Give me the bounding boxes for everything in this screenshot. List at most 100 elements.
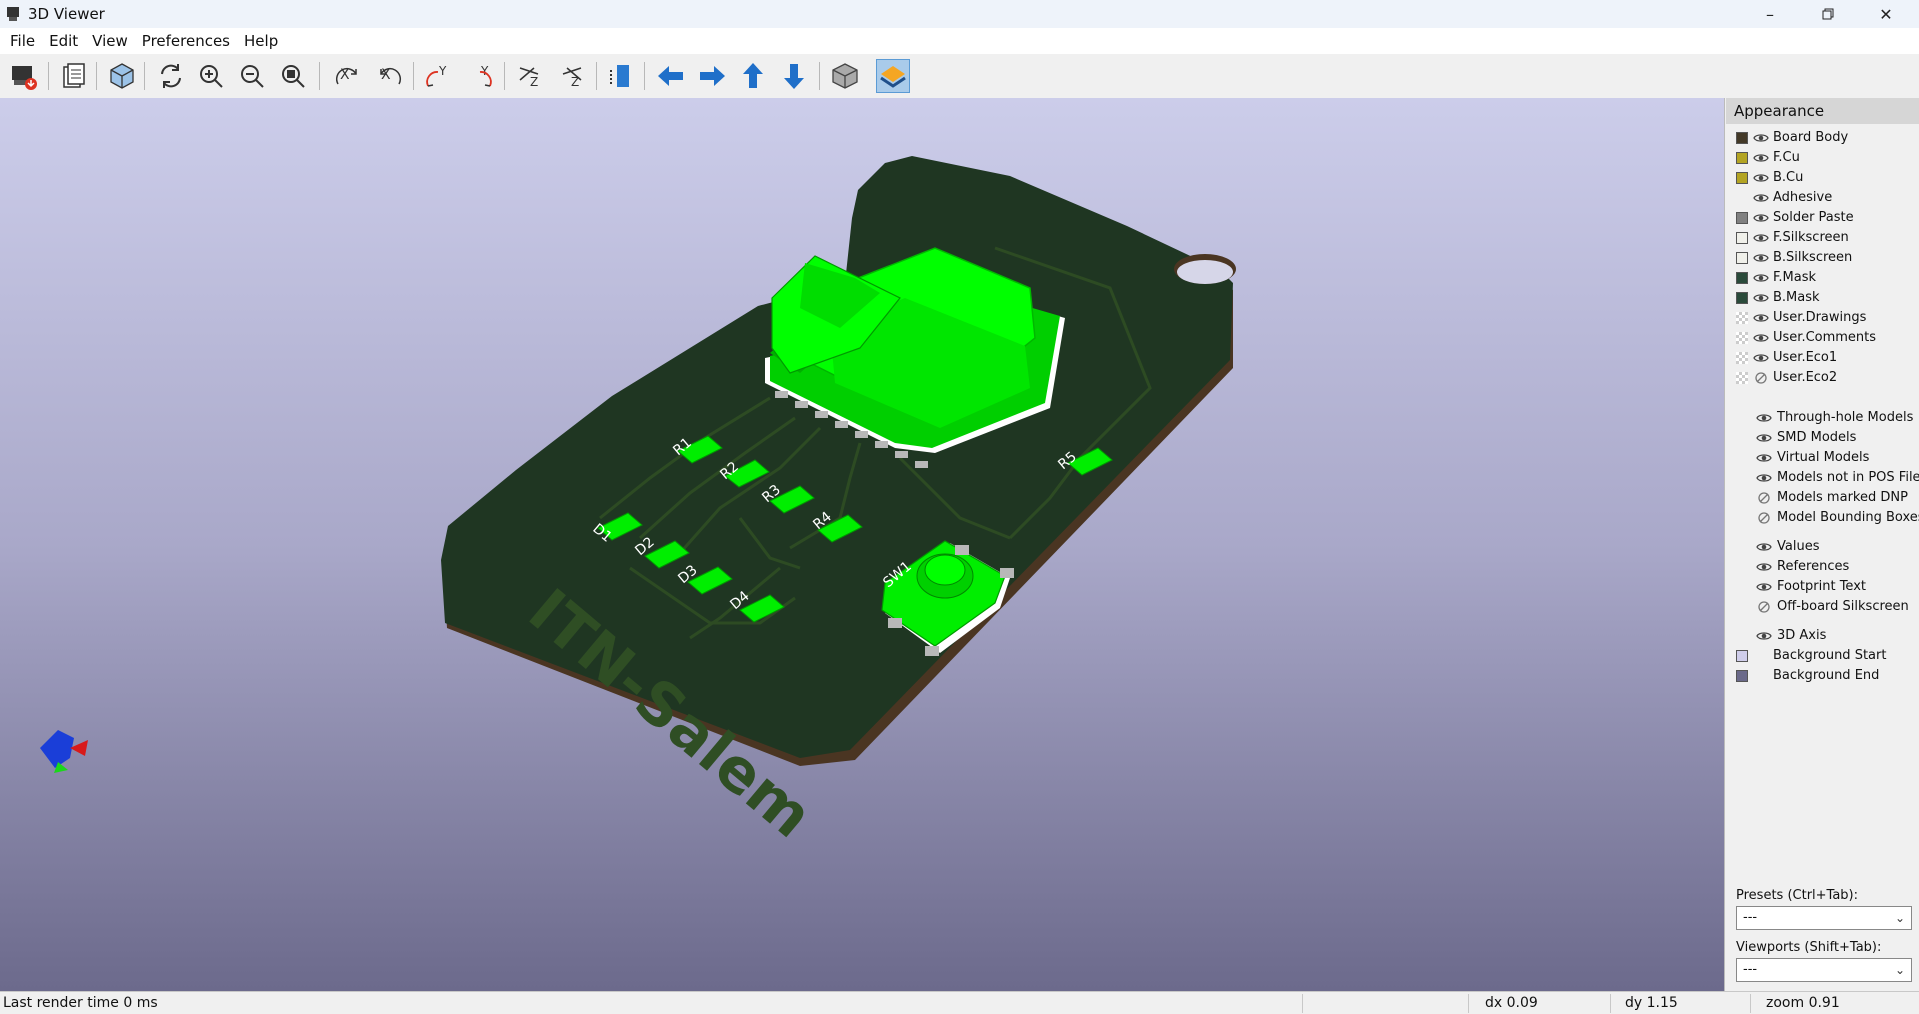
visibility-off-icon[interactable]	[1756, 512, 1772, 524]
copy-button[interactable]	[57, 59, 91, 93]
rotate-z-ccw-button[interactable]: Z	[554, 59, 588, 93]
layer-row-user-drawings[interactable]: User.Drawings	[1726, 308, 1919, 328]
color-swatch[interactable]	[1736, 172, 1748, 184]
layer-row-models-not-in-pos-file[interactable]: Models not in POS File	[1726, 468, 1919, 488]
zoom-fit-button[interactable]	[276, 59, 310, 93]
layer-row-user-eco1[interactable]: User.Eco1	[1726, 348, 1919, 368]
visibility-eye-icon[interactable]	[1753, 132, 1769, 144]
visibility-eye-icon[interactable]	[1753, 252, 1769, 264]
visibility-eye-icon[interactable]	[1756, 581, 1772, 593]
visibility-eye-icon[interactable]	[1756, 541, 1772, 553]
visibility-eye-icon[interactable]	[1756, 412, 1772, 424]
visibility-eye-icon[interactable]	[1753, 172, 1769, 184]
visibility-eye-icon[interactable]	[1753, 292, 1769, 304]
layer-row-b-mask[interactable]: B.Mask	[1726, 288, 1919, 308]
color-swatch[interactable]	[1736, 232, 1748, 244]
export-image-button[interactable]	[7, 59, 41, 93]
viewports-label: Viewports (Shift+Tab):	[1736, 940, 1882, 955]
layer-row-user-comments[interactable]: User.Comments	[1726, 328, 1919, 348]
flip-view-button[interactable]	[604, 59, 638, 93]
layer-row-b-silkscreen[interactable]: B.Silkscreen	[1726, 248, 1919, 268]
visibility-eye-icon[interactable]	[1753, 232, 1769, 244]
layer-row-virtual-models[interactable]: Virtual Models	[1726, 448, 1919, 468]
color-swatch[interactable]	[1736, 670, 1748, 682]
visibility-eye-icon[interactable]	[1756, 432, 1772, 444]
layer-row-values[interactable]: Values	[1726, 537, 1919, 557]
visibility-eye-icon[interactable]	[1753, 272, 1769, 284]
reload-button[interactable]	[154, 59, 188, 93]
visibility-off-icon[interactable]	[1753, 372, 1769, 384]
layer-row-b-cu[interactable]: B.Cu	[1726, 168, 1919, 188]
menu-edit[interactable]: Edit	[42, 28, 85, 54]
visibility-off-icon[interactable]	[1756, 492, 1772, 504]
color-swatch[interactable]	[1736, 252, 1748, 264]
color-swatch[interactable]	[1736, 292, 1748, 304]
color-swatch[interactable]	[1736, 272, 1748, 284]
orthographic-button[interactable]	[828, 59, 862, 93]
color-swatch[interactable]	[1736, 212, 1748, 224]
layer-row-footprint-text[interactable]: Footprint Text	[1726, 577, 1919, 597]
layer-row-smd-models[interactable]: SMD Models	[1726, 428, 1919, 448]
move-left-button[interactable]	[654, 59, 688, 93]
layer-row-board-body[interactable]: Board Body	[1726, 128, 1919, 148]
appearance-title: Appearance	[1726, 98, 1919, 124]
layer-row-f-silkscreen[interactable]: F.Silkscreen	[1726, 228, 1919, 248]
layer-row-model-bounding-boxes[interactable]: Model Bounding Boxes	[1726, 508, 1919, 528]
layer-row-solder-paste[interactable]: Solder Paste	[1726, 208, 1919, 228]
color-swatch[interactable]	[1736, 650, 1748, 662]
color-swatch[interactable]	[1736, 372, 1748, 384]
move-down-button[interactable]	[777, 59, 811, 93]
minimize-button[interactable]: –	[1741, 0, 1799, 28]
visibility-eye-icon[interactable]	[1756, 472, 1772, 484]
layer-label: SMD Models	[1777, 430, 1857, 445]
toggle-layers-panel-button[interactable]	[876, 59, 910, 93]
layer-row-f-cu[interactable]: F.Cu	[1726, 148, 1919, 168]
color-swatch[interactable]	[1736, 152, 1748, 164]
visibility-eye-icon[interactable]	[1753, 152, 1769, 164]
visibility-eye-icon[interactable]	[1753, 312, 1769, 324]
rotate-x-cw-button[interactable]: X	[331, 59, 365, 93]
visibility-off-icon[interactable]	[1756, 601, 1772, 613]
move-right-button[interactable]	[695, 59, 729, 93]
raytracing-button[interactable]	[105, 59, 139, 93]
color-swatch[interactable]	[1736, 352, 1748, 364]
layer-row-references[interactable]: References	[1726, 557, 1919, 577]
color-swatch[interactable]	[1736, 192, 1748, 204]
rotate-x-ccw-button[interactable]: X	[372, 59, 406, 93]
rotate-z-cw-button[interactable]: Z	[513, 59, 547, 93]
visibility-eye-icon[interactable]	[1756, 630, 1772, 642]
move-up-button[interactable]	[736, 59, 770, 93]
layer-row-off-board-silkscreen[interactable]: Off-board Silkscreen	[1726, 597, 1919, 617]
layer-label: Virtual Models	[1777, 450, 1870, 465]
3d-viewport[interactable]: ITN-Salem R1 R2 R3 R4 R5 D1 D2 D3 D4 SW1	[0, 98, 1725, 991]
layer-row-user-eco2[interactable]: User.Eco2	[1726, 368, 1919, 388]
visibility-eye-icon[interactable]	[1753, 332, 1769, 344]
presets-select[interactable]: --- ⌄	[1736, 906, 1912, 930]
menu-view[interactable]: View	[85, 28, 135, 54]
visibility-eye-icon[interactable]	[1753, 192, 1769, 204]
viewports-select[interactable]: --- ⌄	[1736, 958, 1912, 982]
visibility-eye-icon[interactable]	[1753, 212, 1769, 224]
menu-file[interactable]: File	[3, 28, 42, 54]
menu-help[interactable]: Help	[237, 28, 285, 54]
rotate-y-ccw-button[interactable]: Y	[463, 59, 497, 93]
restore-button[interactable]	[1799, 0, 1857, 28]
visibility-eye-icon[interactable]	[1756, 561, 1772, 573]
layer-row-background-end[interactable]: Background End	[1726, 666, 1919, 686]
layer-row-background-start[interactable]: Background Start	[1726, 646, 1919, 666]
visibility-eye-icon[interactable]	[1753, 352, 1769, 364]
color-swatch[interactable]	[1736, 132, 1748, 144]
visibility-eye-icon[interactable]	[1756, 452, 1772, 464]
layer-row-adhesive[interactable]: Adhesive	[1726, 188, 1919, 208]
layer-row-f-mask[interactable]: F.Mask	[1726, 268, 1919, 288]
rotate-y-cw-button[interactable]: Y	[421, 59, 455, 93]
layer-row-through-hole-models[interactable]: Through-hole Models	[1726, 408, 1919, 428]
zoom-out-button[interactable]	[235, 59, 269, 93]
layer-row-models-marked-dnp[interactable]: Models marked DNP	[1726, 488, 1919, 508]
close-button[interactable]: ✕	[1857, 0, 1915, 28]
zoom-in-button[interactable]	[194, 59, 228, 93]
color-swatch[interactable]	[1736, 332, 1748, 344]
color-swatch[interactable]	[1736, 312, 1748, 324]
menu-preferences[interactable]: Preferences	[135, 28, 237, 54]
layer-row-3d-axis[interactable]: 3D Axis	[1726, 626, 1919, 646]
